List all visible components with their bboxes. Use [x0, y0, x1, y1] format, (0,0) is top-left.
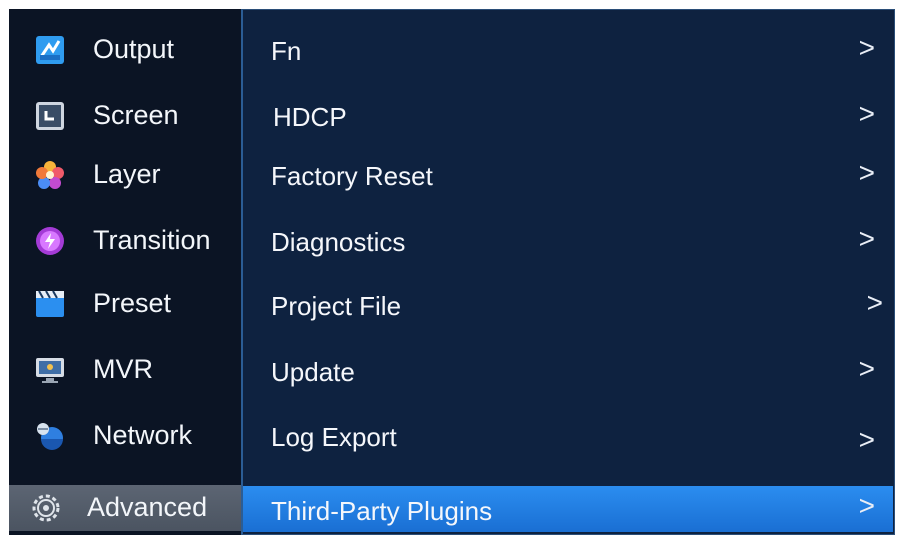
sidebar-item-label: Layer [93, 159, 161, 189]
chevron-right-icon: > [858, 424, 875, 455]
chevron-right-icon: > [858, 32, 875, 63]
sidebar-item-preset[interactable]: Preset [9, 281, 241, 327]
menu-item-label: Project File [271, 291, 402, 321]
sidebar-item-label: Transition [93, 225, 211, 255]
sidebar-item-label: MVR [93, 354, 153, 384]
menu-item-label: Log Export [271, 422, 397, 452]
menu-item-factory-reset[interactable]: Factory Reset > [243, 153, 893, 199]
menu-item-update[interactable]: Update > [243, 349, 893, 395]
layer-icon [35, 160, 65, 190]
sidebar-item-label: Advanced [87, 492, 208, 522]
sidebar-item-layer[interactable]: Layer [9, 152, 241, 198]
menu-item-label: Factory Reset [271, 161, 433, 191]
transition-icon [35, 226, 65, 256]
sidebar-item-output[interactable]: Output [9, 27, 241, 73]
menu-item-fn[interactable]: Fn > [243, 28, 893, 74]
menu-item-diagnostics[interactable]: Diagnostics > [243, 219, 893, 265]
preset-icon [35, 289, 65, 319]
sidebar-item-label: Network [93, 420, 193, 450]
sidebar-item-transition[interactable]: Transition [9, 218, 241, 264]
sidebar-item-network[interactable]: Network [9, 413, 241, 459]
screen-icon [35, 101, 65, 131]
menu-item-log-export[interactable]: Log Export > [243, 414, 893, 460]
menu-window: Output Screen Layer Transition Preset MV… [9, 9, 895, 535]
menu-item-hdcp[interactable]: HDCP > [243, 94, 893, 140]
menu-item-label: Update [271, 357, 355, 387]
chevron-right-icon: > [858, 157, 875, 188]
sidebar: Output Screen Layer Transition Preset MV… [9, 9, 241, 535]
sidebar-item-label: Screen [93, 100, 179, 130]
sidebar-item-mvr[interactable]: MVR [9, 347, 241, 393]
chevron-right-icon: > [858, 353, 875, 384]
output-icon [35, 35, 65, 65]
menu-item-label: Third-Party Plugins [271, 496, 493, 526]
menu-item-label: HDCP [273, 102, 347, 132]
sidebar-item-label: Preset [93, 288, 172, 318]
submenu-panel: Fn > HDCP > Factory Reset > Diagnostics … [241, 9, 895, 535]
menu-item-project-file[interactable]: Project File > [243, 283, 893, 329]
gear-icon [31, 493, 61, 523]
chevron-right-icon: > [858, 98, 875, 129]
chevron-right-icon: > [858, 223, 875, 254]
menu-item-third-party-plugins[interactable]: Third-Party Plugins > [243, 486, 893, 532]
sidebar-item-label: Output [93, 34, 175, 64]
chevron-right-icon: > [866, 287, 883, 318]
menu-item-label: Diagnostics [271, 227, 406, 257]
sidebar-item-screen[interactable]: Screen [9, 93, 241, 139]
network-icon [35, 421, 65, 451]
mvr-icon [35, 355, 65, 385]
chevron-right-icon: > [858, 490, 875, 521]
menu-item-label: Fn [271, 36, 302, 66]
sidebar-item-advanced[interactable]: Advanced [9, 485, 241, 531]
